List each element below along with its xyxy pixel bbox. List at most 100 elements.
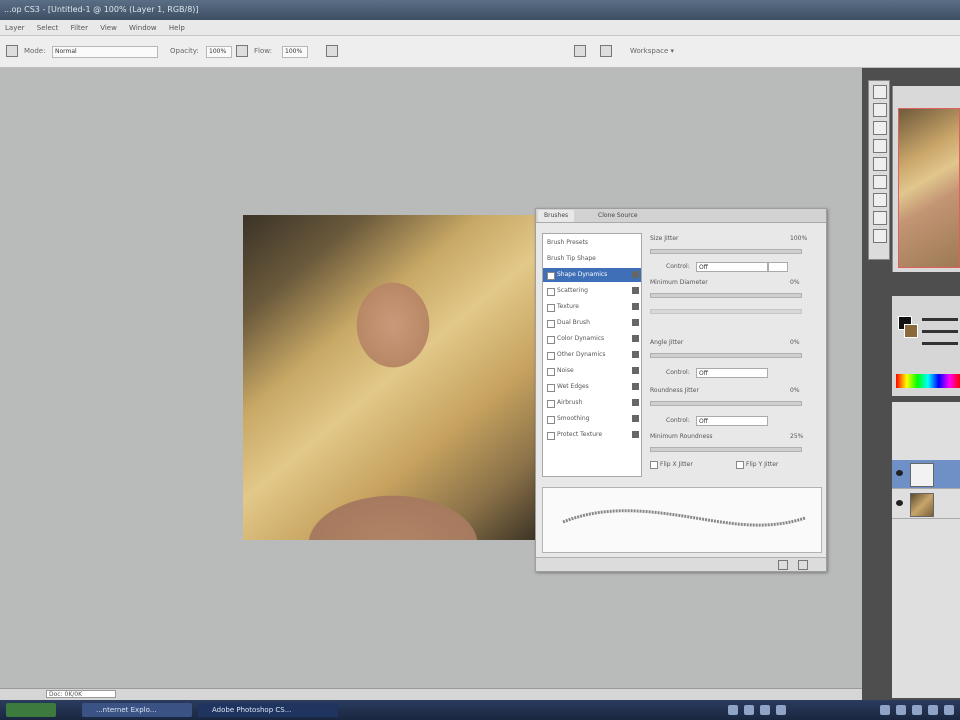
palette-well-icon[interactable] (574, 45, 586, 57)
flip-y-checkbox[interactable] (736, 461, 744, 469)
tray-icon[interactable] (760, 705, 770, 715)
tray-icon[interactable] (896, 705, 906, 715)
trash-icon[interactable] (798, 560, 808, 570)
menu-filter[interactable]: Filter (66, 20, 93, 36)
lock-icon[interactable] (632, 367, 639, 374)
list-item-scattering[interactable]: Scattering (543, 284, 641, 298)
workspace-menu[interactable]: Workspace ▾ (630, 47, 674, 55)
angle-jitter-slider[interactable] (650, 353, 802, 358)
document-image[interactable] (243, 215, 537, 540)
min-roundness-slider[interactable] (650, 447, 802, 452)
tray-icon[interactable] (744, 705, 754, 715)
airbrush-icon[interactable] (326, 45, 338, 57)
heal-tool-icon[interactable] (873, 175, 887, 189)
opacity-field[interactable]: 100% (206, 46, 232, 58)
list-item-protect-texture[interactable]: Protect Texture (543, 428, 641, 442)
brush-tool-icon[interactable] (873, 193, 887, 207)
color-dynamics-checkbox[interactable] (547, 336, 555, 344)
menu-window[interactable]: Window (124, 20, 162, 36)
background-color-swatch[interactable] (904, 324, 918, 338)
menu-help[interactable]: Help (164, 20, 190, 36)
list-item-texture[interactable]: Texture (543, 300, 641, 314)
stamp-tool-icon[interactable] (873, 211, 887, 225)
eye-icon[interactable] (896, 470, 903, 476)
crop-tool-icon[interactable] (873, 157, 887, 171)
control-stepper[interactable] (768, 262, 788, 272)
mode-select[interactable]: Normal (52, 46, 158, 58)
min-diameter-slider[interactable] (650, 293, 802, 298)
list-item-shape-dynamics[interactable]: Shape Dynamics (543, 268, 641, 282)
lock-icon[interactable] (632, 399, 639, 406)
eraser-tool-icon[interactable] (873, 229, 887, 243)
eye-icon[interactable] (896, 500, 903, 506)
noise-checkbox[interactable] (547, 368, 555, 376)
flip-x-checkbox[interactable] (650, 461, 658, 469)
list-item-wet-edges[interactable]: Wet Edges (543, 380, 641, 394)
wand-tool-icon[interactable] (873, 139, 887, 153)
color-ramp[interactable] (896, 374, 960, 388)
tab-clone-source[interactable]: Clone Source (592, 210, 644, 222)
lock-icon[interactable] (632, 271, 639, 278)
list-item-color-dynamics[interactable]: Color Dynamics (543, 332, 641, 346)
control-select[interactable]: Off (696, 262, 768, 272)
smoothing-checkbox[interactable] (547, 416, 555, 424)
menu-view[interactable]: View (95, 20, 122, 36)
lock-icon[interactable] (632, 383, 639, 390)
pressure-opacity-icon[interactable] (236, 45, 248, 57)
roundness-control-select[interactable]: Off (696, 416, 768, 426)
list-item-airbrush[interactable]: Airbrush (543, 396, 641, 410)
lock-icon[interactable] (632, 319, 639, 326)
lock-icon[interactable] (632, 431, 639, 438)
tray-icon[interactable] (728, 705, 738, 715)
protect-texture-checkbox[interactable] (547, 432, 555, 440)
texture-checkbox[interactable] (547, 304, 555, 312)
size-jitter-slider[interactable] (650, 249, 802, 254)
layer-row-top[interactable] (892, 460, 960, 489)
zoom-field[interactable]: Doc: 0K/0K (46, 690, 116, 698)
taskbar-item-photoshop[interactable]: Adobe Photoshop CS... (198, 703, 338, 717)
lock-icon[interactable] (632, 351, 639, 358)
shape-dynamics-checkbox[interactable] (547, 272, 555, 280)
green-slider[interactable] (922, 330, 958, 333)
list-item-brush-tip-shape[interactable]: Brush Tip Shape (543, 252, 641, 266)
menu-select[interactable]: Select (32, 20, 64, 36)
lock-icon[interactable] (632, 415, 639, 422)
lock-icon[interactable] (632, 287, 639, 294)
list-item-smoothing[interactable]: Smoothing (543, 412, 641, 426)
navigator-thumbnail[interactable] (898, 108, 960, 268)
tray-icon[interactable] (928, 705, 938, 715)
new-preset-icon[interactable] (778, 560, 788, 570)
tray-icon[interactable] (912, 705, 922, 715)
tilt-scale-slider[interactable] (650, 309, 802, 314)
tray-icon[interactable] (776, 705, 786, 715)
brush-preset-icon[interactable] (6, 45, 18, 57)
layer-row-background[interactable] (892, 490, 960, 519)
brushes-palette-icon[interactable] (600, 45, 612, 57)
taskbar-item-browser[interactable]: ...nternet Explo... (82, 703, 192, 717)
flow-label: Flow: (254, 47, 272, 55)
marquee-tool-icon[interactable] (873, 103, 887, 117)
blue-slider[interactable] (922, 342, 958, 345)
list-item-dual-brush[interactable]: Dual Brush (543, 316, 641, 330)
other-dynamics-checkbox[interactable] (547, 352, 555, 360)
dual-brush-checkbox[interactable] (547, 320, 555, 328)
tray-icon[interactable] (880, 705, 890, 715)
list-item-brush-presets[interactable]: Brush Presets (543, 236, 641, 250)
tray-icon[interactable] (944, 705, 954, 715)
roundness-jitter-slider[interactable] (650, 401, 802, 406)
move-tool-icon[interactable] (873, 85, 887, 99)
list-item-noise[interactable]: Noise (543, 364, 641, 378)
tab-brushes[interactable]: Brushes (538, 210, 575, 222)
lock-icon[interactable] (632, 335, 639, 342)
lasso-tool-icon[interactable] (873, 121, 887, 135)
airbrush-checkbox[interactable] (547, 400, 555, 408)
wet-edges-checkbox[interactable] (547, 384, 555, 392)
red-slider[interactable] (922, 318, 958, 321)
menu-layer[interactable]: Layer (0, 20, 30, 36)
angle-control-select[interactable]: Off (696, 368, 768, 378)
list-item-other-dynamics[interactable]: Other Dynamics (543, 348, 641, 362)
lock-icon[interactable] (632, 303, 639, 310)
start-button[interactable] (6, 703, 56, 717)
scattering-checkbox[interactable] (547, 288, 555, 296)
flow-field[interactable]: 100% (282, 46, 308, 58)
